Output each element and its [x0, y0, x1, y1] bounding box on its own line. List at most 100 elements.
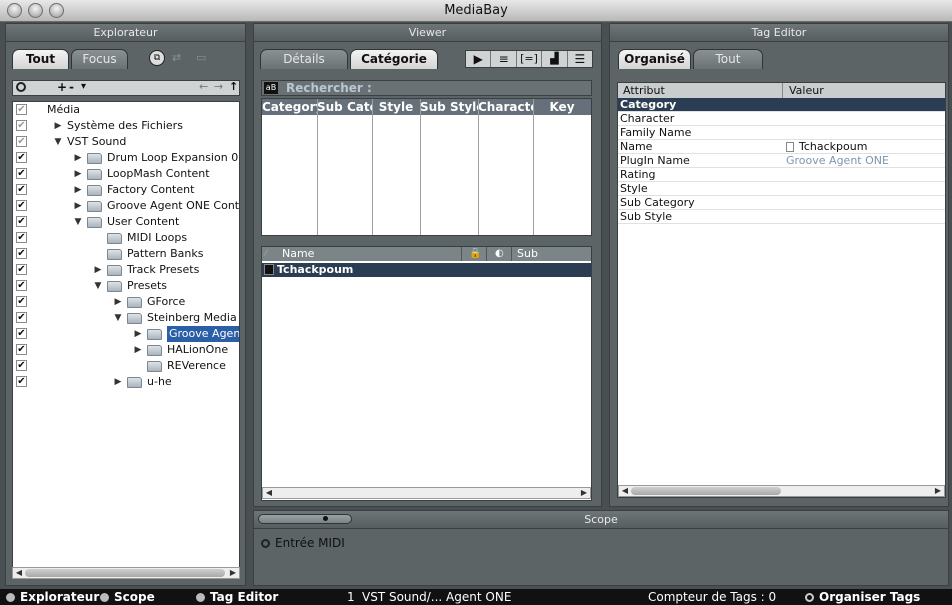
tree-item[interactable]: ✔ ▼ User Content [13, 214, 239, 230]
tree-item[interactable]: ✔ ▶ Factory Content [13, 182, 239, 198]
scroll-right-icon[interactable]: ▶ [578, 488, 590, 498]
tree-item[interactable]: ✔ ▶ GForce [13, 294, 239, 310]
checkbox[interactable]: ✔ [16, 168, 27, 179]
disclosure-closed-icon[interactable]: ▶ [133, 326, 143, 342]
tag-value[interactable]: Groove Agent ONE [786, 154, 889, 168]
tree-item[interactable]: ✔ ▶ Groove Agent O [13, 326, 239, 342]
back-arrow-icon[interactable]: ← [199, 80, 208, 93]
tree-item[interactable]: ✔ ▶ Système des Fichiers [13, 118, 239, 134]
scope-item[interactable]: Entrée MIDI [261, 536, 345, 550]
checkbox[interactable]: ✔ [16, 376, 27, 387]
checkbox[interactable]: ✔ [16, 264, 27, 275]
play-icon[interactable]: ▶ [466, 51, 492, 67]
checkbox[interactable]: ✔ [16, 296, 27, 307]
add-icon[interactable]: + [57, 80, 67, 94]
sync-icon[interactable]: ⧉ [149, 50, 165, 66]
col-valeur[interactable]: Valeur [789, 83, 824, 98]
tab-organise[interactable]: Organisé [618, 49, 691, 69]
tab-categorie[interactable]: Catégorie [350, 49, 438, 69]
scroll-right-icon[interactable]: ▶ [227, 568, 239, 578]
scope-slider[interactable] [258, 514, 352, 524]
category-column-header[interactable]: Sub Catego [317, 99, 372, 115]
checkbox[interactable]: ✔ [16, 200, 27, 211]
tag-row[interactable]: Rating [618, 168, 945, 182]
checkbox[interactable]: ✔ [16, 104, 27, 115]
checkbox[interactable]: ✔ [16, 360, 27, 371]
tab-details[interactable]: Détails [260, 49, 348, 69]
tag-value[interactable]: Tchackpoum [799, 140, 867, 154]
slider-knob[interactable] [323, 516, 328, 521]
checkbox[interactable]: ✔ [16, 312, 27, 323]
tree-item[interactable]: ✔ ▶ LoopMash Content [13, 166, 239, 182]
tree-item[interactable]: ✔ REVerence [13, 358, 239, 374]
scroll-right-icon[interactable]: ▶ [932, 486, 944, 496]
col-attribut[interactable]: Attribut [623, 83, 665, 98]
list-icon[interactable]: ≡ [491, 51, 517, 67]
disclosure-closed-icon[interactable]: ▶ [73, 182, 83, 198]
checkbox[interactable]: ✔ [16, 344, 27, 355]
result-row[interactable]: Tchackpoum [262, 263, 591, 277]
tag-row[interactable]: Style [618, 182, 945, 196]
disclosure-open-icon[interactable]: ▼ [93, 278, 103, 294]
checkbox[interactable]: ✔ [16, 248, 27, 259]
disclosure-closed-icon[interactable]: ▶ [73, 198, 83, 214]
tree-item[interactable]: ✔ ▶ Track Presets [13, 262, 239, 278]
scroll-thumb[interactable] [25, 569, 225, 577]
search-input[interactable]: Rechercher : [286, 81, 372, 95]
category-column-header[interactable]: Key [533, 99, 591, 115]
chevron-down-icon[interactable]: ▾ [81, 81, 86, 92]
column-divider[interactable] [533, 99, 534, 235]
scroll-left-icon[interactable]: ◀ [263, 488, 275, 498]
disclosure-closed-icon[interactable]: ▶ [73, 150, 83, 166]
tag-row[interactable]: Sub Style [618, 210, 945, 224]
tag-row[interactable]: Sub Category [618, 196, 945, 210]
scroll-left-icon[interactable]: ◀ [13, 568, 25, 578]
checkbox[interactable]: ✔ [16, 184, 27, 195]
tree-item[interactable]: ✔ ▼ VST Sound [13, 134, 239, 150]
scroll-thumb[interactable] [631, 487, 781, 495]
columns-icon[interactable]: [=] [517, 51, 543, 67]
tree-item[interactable]: ✔ ▶ HALionOne [13, 342, 239, 358]
tree-item[interactable]: ✔ ▶ u-he [13, 374, 239, 390]
col-name[interactable]: Name [282, 247, 314, 261]
tag-row[interactable]: Name Tchackpoum [618, 140, 945, 154]
tag-row[interactable]: Category [618, 98, 945, 112]
tag-row[interactable]: Character [618, 112, 945, 126]
column-divider[interactable] [317, 99, 318, 235]
disclosure-closed-icon[interactable]: ▶ [113, 374, 123, 390]
results-hscrollbar[interactable]: ◀ ▶ [262, 487, 591, 499]
tree-item[interactable]: ✔ ▶ Groove Agent ONE Content [13, 198, 239, 214]
tree-item[interactable]: ✔ ▼ Presets [13, 278, 239, 294]
explorer-hscrollbar[interactable]: ◀ ▶ [12, 567, 240, 579]
lock-icon[interactable]: 🔒 [469, 247, 481, 261]
column-divider[interactable] [372, 99, 373, 235]
tab-focus[interactable]: Focus [71, 49, 128, 69]
tab-tout-tags[interactable]: Tout [693, 49, 763, 69]
forward-arrow-icon[interactable]: → [214, 80, 223, 93]
category-column-header[interactable]: Sub Style [420, 99, 478, 115]
moon-icon[interactable]: ◐ [495, 247, 504, 261]
search-bar[interactable]: aB Rechercher : [261, 80, 592, 96]
category-column-header[interactable]: Style [372, 99, 420, 115]
disclosure-closed-icon[interactable]: ▶ [73, 166, 83, 182]
column-divider[interactable] [420, 99, 421, 235]
disclosure-open-icon[interactable]: ▼ [53, 134, 63, 150]
checkbox[interactable]: ✔ [16, 152, 27, 163]
status-tag-editor[interactable]: Tag Editor [196, 589, 278, 605]
disclosure-closed-icon[interactable]: ▶ [133, 342, 143, 358]
tree-item[interactable]: ✔ ▶ Drum Loop Expansion 01 [13, 150, 239, 166]
checkbox[interactable]: ✔ [16, 232, 27, 243]
refresh-icon[interactable] [16, 82, 26, 92]
checkbox[interactable]: ✔ [16, 216, 27, 227]
up-arrow-icon[interactable]: ↑ [229, 80, 238, 93]
tag-row[interactable]: Family Name [618, 126, 945, 140]
link-icon[interactable]: ⇄ [172, 51, 188, 65]
disclosure-closed-icon[interactable]: ▶ [53, 118, 63, 134]
tree-item[interactable]: ✔ Média [13, 102, 239, 118]
tree-item[interactable]: ✔ Pattern Banks [13, 246, 239, 262]
new-folder-icon[interactable]: ▭ [196, 51, 216, 65]
layout-icon[interactable]: ☰ [568, 51, 592, 67]
sort-icon[interactable]: ⁄ [265, 247, 267, 261]
tree-item[interactable]: ✔ MIDI Loops [13, 230, 239, 246]
category-column-header[interactable]: Category [262, 99, 317, 115]
